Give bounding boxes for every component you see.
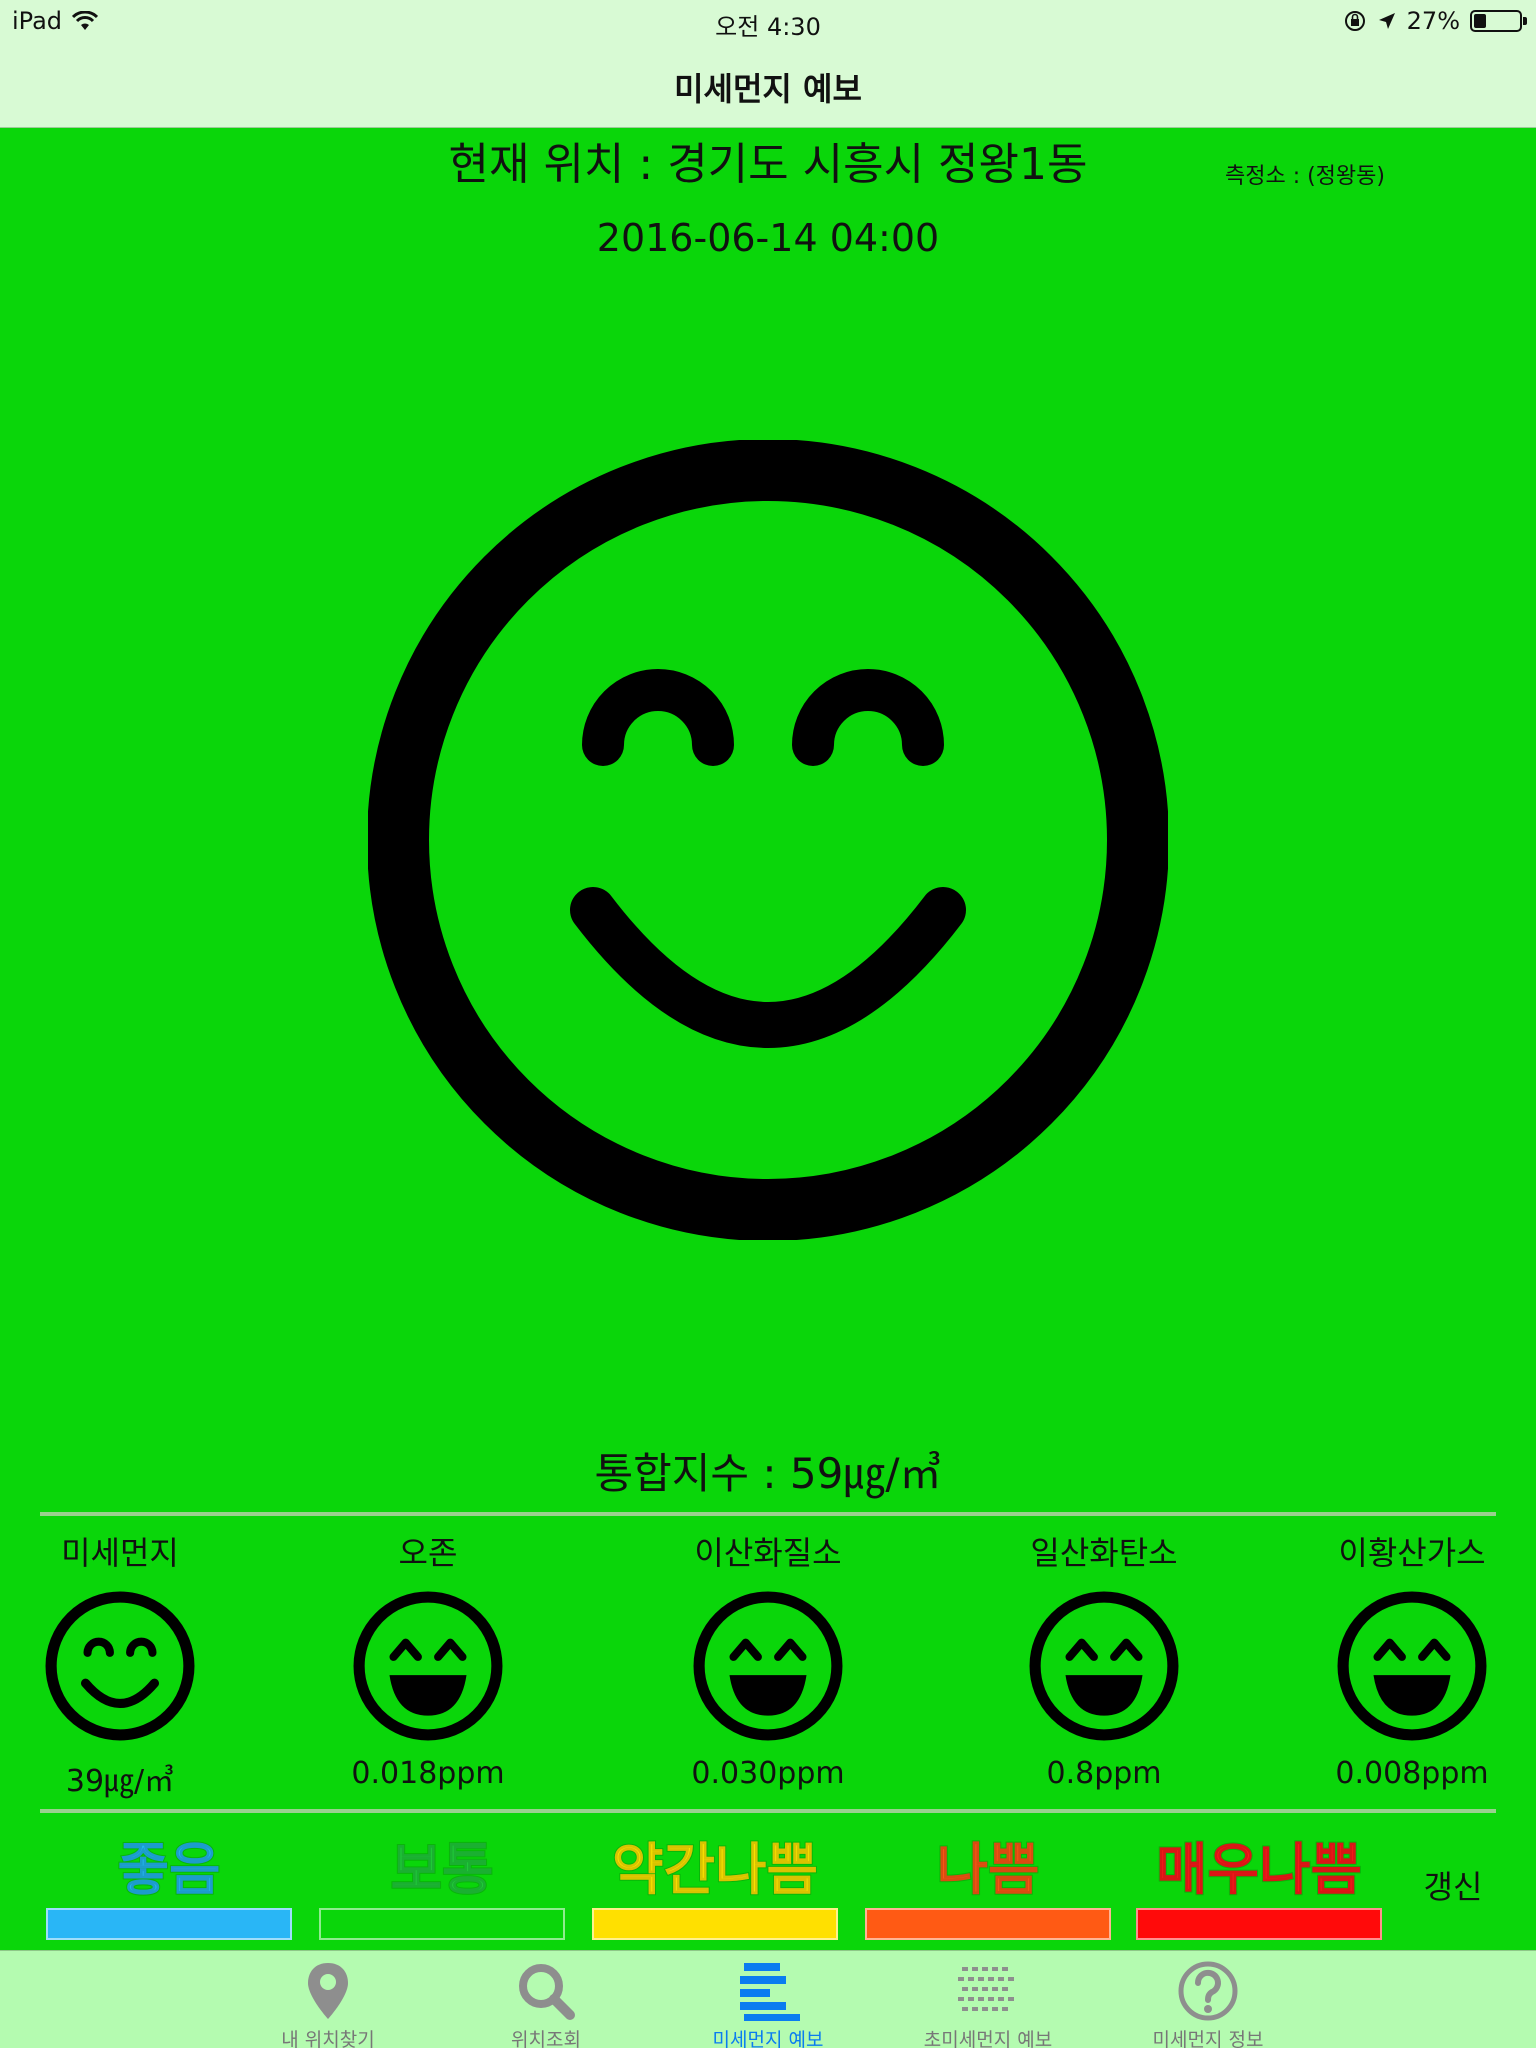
search-icon bbox=[519, 1964, 575, 2020]
legend-bar bbox=[46, 1908, 292, 1940]
question-circle-icon bbox=[1178, 1961, 1238, 2021]
pollutant-value: 0.8ppm bbox=[1046, 1756, 1162, 1791]
grin-face-icon bbox=[353, 1591, 503, 1741]
legend-bar bbox=[319, 1908, 565, 1940]
grin-face-icon bbox=[1337, 1591, 1487, 1741]
tab-location-search[interactable]: 위치조회 bbox=[446, 1951, 646, 2048]
smile-face-icon bbox=[368, 440, 1168, 1240]
tab-label: 위치조회 bbox=[511, 2029, 581, 2048]
pollutant-so2: 이황산가스 0.008ppm bbox=[1272, 1528, 1536, 1791]
legend-good: 좋음 bbox=[46, 1838, 292, 1940]
pollutant-no2: 이산화질소 0.030ppm bbox=[628, 1528, 908, 1791]
pollutant-pm10: 미세먼지 39㎍/㎥ bbox=[0, 1528, 260, 1800]
legend-label: 약간나쁨 bbox=[611, 1838, 819, 1903]
divider-bottom bbox=[40, 1809, 1496, 1813]
tab-label: 미세먼지 정보 bbox=[1152, 2029, 1264, 2048]
legend-label: 좋음 bbox=[116, 1838, 221, 1903]
pollutant-label: 이산화질소 bbox=[694, 1534, 842, 1572]
bars-icon bbox=[740, 1963, 800, 2021]
tab-bar: 내 위치찾기 위치조회 미세먼지 예보 초미세먼지 예보 미세먼지 정보 bbox=[0, 1950, 1536, 2048]
tab-label: 미세먼지 예보 bbox=[712, 2029, 824, 2048]
legend-label: 나쁨 bbox=[935, 1838, 1040, 1903]
legend-bad: 나쁨 bbox=[865, 1838, 1111, 1940]
grin-face-icon bbox=[693, 1591, 843, 1741]
status-time: 오전 4:30 bbox=[715, 13, 821, 41]
pollutant-value: 0.030ppm bbox=[691, 1756, 845, 1791]
pollutant-label: 이황산가스 bbox=[1338, 1534, 1486, 1572]
orientation-lock-icon bbox=[1344, 11, 1365, 31]
tab-my-location[interactable]: 내 위치찾기 bbox=[228, 1951, 428, 2048]
smile-face-icon bbox=[45, 1591, 195, 1741]
refresh-button[interactable]: 갱신 bbox=[1408, 1862, 1498, 1908]
tab-label: 초미세먼지 예보 bbox=[923, 2029, 1053, 2048]
status-right: 27% bbox=[1343, 7, 1527, 35]
combined-index: 통합지수 : 59㎍/㎥ bbox=[594, 1449, 942, 1498]
tab-pm-info[interactable]: 미세먼지 정보 bbox=[1108, 1951, 1308, 2048]
dots-grid-icon bbox=[958, 1967, 1014, 2011]
measure-datetime: 2016-06-14 04:00 bbox=[596, 216, 940, 260]
legend-label: 보통 bbox=[389, 1838, 494, 1903]
pollutant-value: 0.008ppm bbox=[1335, 1756, 1489, 1791]
pollutant-value: 0.018ppm bbox=[351, 1756, 505, 1791]
tab-ultrafine-forecast[interactable]: 초미세먼지 예보 bbox=[888, 1951, 1088, 2048]
location-pin-icon bbox=[308, 1963, 348, 2019]
pollutant-ozone: 오존 0.018ppm bbox=[288, 1528, 568, 1791]
legend-label: 매우나쁨 bbox=[1155, 1838, 1363, 1903]
location-arrow-icon bbox=[1378, 13, 1395, 29]
divider-top bbox=[40, 1512, 1496, 1516]
legend-normal: 보통 bbox=[319, 1838, 565, 1940]
legend-bar bbox=[592, 1908, 838, 1940]
measuring-station: 측정소 : (정왕동) bbox=[1224, 164, 1385, 189]
legend-slightly-bad: 약간나쁨 bbox=[592, 1838, 838, 1940]
pollutant-label: 미세먼지 bbox=[61, 1534, 179, 1572]
nav-bar: 미세먼지 예보 bbox=[0, 40, 1536, 128]
status-bar: iPad 오전 4:30 27% bbox=[0, 0, 1536, 41]
tab-pm-forecast[interactable]: 미세먼지 예보 bbox=[668, 1951, 868, 2048]
grin-face-icon bbox=[1029, 1591, 1179, 1741]
legend-bar bbox=[865, 1908, 1111, 1940]
current-location: 현재 위치 : 경기도 시흥시 정왕1동 bbox=[448, 139, 1088, 190]
pollutant-value: 39㎍/㎥ bbox=[65, 1764, 175, 1799]
battery-percent: 27% bbox=[1406, 7, 1460, 35]
legend-very-bad: 매우나쁨 bbox=[1136, 1838, 1382, 1940]
pollutant-label: 일산화탄소 bbox=[1030, 1534, 1178, 1572]
pollutant-co: 일산화탄소 0.8ppm bbox=[964, 1528, 1244, 1791]
tab-label: 내 위치찾기 bbox=[281, 2029, 375, 2048]
legend-bar bbox=[1136, 1908, 1382, 1940]
page-title: 미세먼지 예보 bbox=[674, 70, 862, 108]
pollutant-label: 오존 bbox=[398, 1534, 458, 1572]
battery-icon bbox=[1470, 10, 1527, 32]
